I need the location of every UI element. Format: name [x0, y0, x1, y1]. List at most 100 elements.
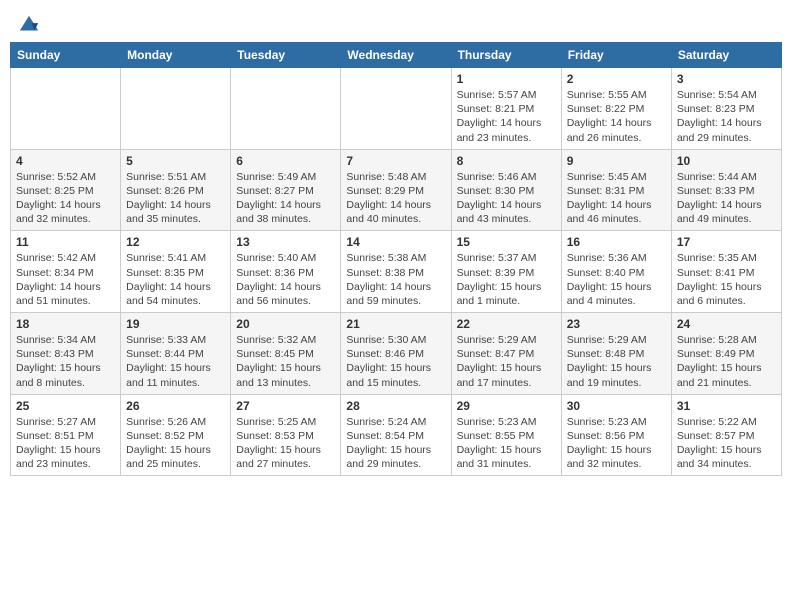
- calendar-day-cell: 16 Sunrise: 5:36 AM Sunset: 8:40 PM Dayli…: [561, 231, 671, 313]
- day-number: 26: [126, 399, 225, 413]
- calendar-day-cell: 25 Sunrise: 5:27 AM Sunset: 8:51 PM Dayli…: [11, 394, 121, 476]
- calendar-day-cell: [11, 68, 121, 150]
- day-info: Sunrise: 5:25 AM Sunset: 8:53 PM Dayligh…: [236, 415, 335, 472]
- day-number: 7: [346, 154, 445, 168]
- calendar-day-cell: 10 Sunrise: 5:44 AM Sunset: 8:33 PM Dayli…: [671, 149, 781, 231]
- day-number: 29: [457, 399, 556, 413]
- day-number: 21: [346, 317, 445, 331]
- calendar-day-header: Saturday: [671, 43, 781, 68]
- day-info: Sunrise: 5:29 AM Sunset: 8:48 PM Dayligh…: [567, 333, 666, 390]
- day-number: 2: [567, 72, 666, 86]
- calendar-week-row: 1 Sunrise: 5:57 AM Sunset: 8:21 PM Daylig…: [11, 68, 782, 150]
- day-info: Sunrise: 5:45 AM Sunset: 8:31 PM Dayligh…: [567, 170, 666, 227]
- day-info: Sunrise: 5:37 AM Sunset: 8:39 PM Dayligh…: [457, 251, 556, 308]
- day-number: 11: [16, 235, 115, 249]
- calendar-day-cell: [341, 68, 451, 150]
- day-info: Sunrise: 5:40 AM Sunset: 8:36 PM Dayligh…: [236, 251, 335, 308]
- day-info: Sunrise: 5:49 AM Sunset: 8:27 PM Dayligh…: [236, 170, 335, 227]
- day-info: Sunrise: 5:57 AM Sunset: 8:21 PM Dayligh…: [457, 88, 556, 145]
- calendar-day-header: Tuesday: [231, 43, 341, 68]
- day-info: Sunrise: 5:34 AM Sunset: 8:43 PM Dayligh…: [16, 333, 115, 390]
- calendar-day-cell: 11 Sunrise: 5:42 AM Sunset: 8:34 PM Dayli…: [11, 231, 121, 313]
- day-info: Sunrise: 5:24 AM Sunset: 8:54 PM Dayligh…: [346, 415, 445, 472]
- day-number: 23: [567, 317, 666, 331]
- calendar-day-cell: 21 Sunrise: 5:30 AM Sunset: 8:46 PM Dayli…: [341, 313, 451, 395]
- day-info: Sunrise: 5:33 AM Sunset: 8:44 PM Dayligh…: [126, 333, 225, 390]
- day-number: 5: [126, 154, 225, 168]
- calendar-day-header: Thursday: [451, 43, 561, 68]
- day-number: 9: [567, 154, 666, 168]
- calendar-day-cell: 13 Sunrise: 5:40 AM Sunset: 8:36 PM Dayli…: [231, 231, 341, 313]
- day-info: Sunrise: 5:51 AM Sunset: 8:26 PM Dayligh…: [126, 170, 225, 227]
- day-number: 31: [677, 399, 776, 413]
- calendar-day-cell: 14 Sunrise: 5:38 AM Sunset: 8:38 PM Dayli…: [341, 231, 451, 313]
- day-number: 14: [346, 235, 445, 249]
- day-info: Sunrise: 5:54 AM Sunset: 8:23 PM Dayligh…: [677, 88, 776, 145]
- day-info: Sunrise: 5:23 AM Sunset: 8:55 PM Dayligh…: [457, 415, 556, 472]
- day-number: 3: [677, 72, 776, 86]
- day-info: Sunrise: 5:26 AM Sunset: 8:52 PM Dayligh…: [126, 415, 225, 472]
- calendar-day-cell: 9 Sunrise: 5:45 AM Sunset: 8:31 PM Daylig…: [561, 149, 671, 231]
- logo-icon: [18, 14, 40, 36]
- day-info: Sunrise: 5:36 AM Sunset: 8:40 PM Dayligh…: [567, 251, 666, 308]
- calendar-header-row: SundayMondayTuesdayWednesdayThursdayFrid…: [11, 43, 782, 68]
- day-info: Sunrise: 5:23 AM Sunset: 8:56 PM Dayligh…: [567, 415, 666, 472]
- day-number: 19: [126, 317, 225, 331]
- day-number: 28: [346, 399, 445, 413]
- day-number: 15: [457, 235, 556, 249]
- calendar-day-cell: 31Sunrise: 5:22 AM Sunset: 8:57 PM Dayli…: [671, 394, 781, 476]
- calendar-day-cell: 26 Sunrise: 5:26 AM Sunset: 8:52 PM Dayli…: [121, 394, 231, 476]
- day-info: Sunrise: 5:52 AM Sunset: 8:25 PM Dayligh…: [16, 170, 115, 227]
- logo: [16, 14, 42, 32]
- calendar-day-cell: 2 Sunrise: 5:55 AM Sunset: 8:22 PM Daylig…: [561, 68, 671, 150]
- calendar-day-cell: 18 Sunrise: 5:34 AM Sunset: 8:43 PM Dayli…: [11, 313, 121, 395]
- calendar-day-cell: 17Sunrise: 5:35 AM Sunset: 8:41 PM Dayli…: [671, 231, 781, 313]
- page-header: [10, 10, 782, 36]
- calendar-day-cell: 22 Sunrise: 5:29 AM Sunset: 8:47 PM Dayli…: [451, 313, 561, 395]
- calendar-week-row: 11 Sunrise: 5:42 AM Sunset: 8:34 PM Dayli…: [11, 231, 782, 313]
- day-info: Sunrise: 5:55 AM Sunset: 8:22 PM Dayligh…: [567, 88, 666, 145]
- day-number: 25: [16, 399, 115, 413]
- day-info: Sunrise: 5:38 AM Sunset: 8:38 PM Dayligh…: [346, 251, 445, 308]
- day-info: Sunrise: 5:42 AM Sunset: 8:34 PM Dayligh…: [16, 251, 115, 308]
- day-info: Sunrise: 5:44 AM Sunset: 8:33 PM Dayligh…: [677, 170, 776, 227]
- calendar-day-cell: 15 Sunrise: 5:37 AM Sunset: 8:39 PM Dayli…: [451, 231, 561, 313]
- calendar-day-header: Friday: [561, 43, 671, 68]
- day-number: 22: [457, 317, 556, 331]
- day-info: Sunrise: 5:27 AM Sunset: 8:51 PM Dayligh…: [16, 415, 115, 472]
- calendar-day-cell: 20Sunrise: 5:32 AM Sunset: 8:45 PM Dayli…: [231, 313, 341, 395]
- calendar-day-cell: [121, 68, 231, 150]
- calendar-day-cell: 30 Sunrise: 5:23 AM Sunset: 8:56 PM Dayli…: [561, 394, 671, 476]
- calendar-day-cell: 5 Sunrise: 5:51 AM Sunset: 8:26 PM Daylig…: [121, 149, 231, 231]
- calendar-day-cell: 27 Sunrise: 5:25 AM Sunset: 8:53 PM Dayli…: [231, 394, 341, 476]
- day-number: 4: [16, 154, 115, 168]
- day-number: 13: [236, 235, 335, 249]
- day-number: 10: [677, 154, 776, 168]
- day-number: 30: [567, 399, 666, 413]
- day-info: Sunrise: 5:30 AM Sunset: 8:46 PM Dayligh…: [346, 333, 445, 390]
- calendar-day-cell: 7Sunrise: 5:48 AM Sunset: 8:29 PM Daylig…: [341, 149, 451, 231]
- calendar-week-row: 25 Sunrise: 5:27 AM Sunset: 8:51 PM Dayli…: [11, 394, 782, 476]
- day-number: 18: [16, 317, 115, 331]
- calendar-day-cell: 28 Sunrise: 5:24 AM Sunset: 8:54 PM Dayli…: [341, 394, 451, 476]
- day-info: Sunrise: 5:41 AM Sunset: 8:35 PM Dayligh…: [126, 251, 225, 308]
- calendar-table: SundayMondayTuesdayWednesdayThursdayFrid…: [10, 42, 782, 476]
- calendar-day-header: Sunday: [11, 43, 121, 68]
- day-number: 6: [236, 154, 335, 168]
- day-info: Sunrise: 5:46 AM Sunset: 8:30 PM Dayligh…: [457, 170, 556, 227]
- day-number: 24: [677, 317, 776, 331]
- day-info: Sunrise: 5:29 AM Sunset: 8:47 PM Dayligh…: [457, 333, 556, 390]
- day-number: 16: [567, 235, 666, 249]
- day-number: 27: [236, 399, 335, 413]
- day-info: Sunrise: 5:28 AM Sunset: 8:49 PM Dayligh…: [677, 333, 776, 390]
- calendar-day-cell: 23 Sunrise: 5:29 AM Sunset: 8:48 PM Dayli…: [561, 313, 671, 395]
- calendar-day-cell: 1 Sunrise: 5:57 AM Sunset: 8:21 PM Daylig…: [451, 68, 561, 150]
- day-number: 1: [457, 72, 556, 86]
- day-number: 8: [457, 154, 556, 168]
- day-number: 20: [236, 317, 335, 331]
- day-number: 17: [677, 235, 776, 249]
- calendar-day-cell: 3 Sunrise: 5:54 AM Sunset: 8:23 PM Daylig…: [671, 68, 781, 150]
- calendar-week-row: 4 Sunrise: 5:52 AM Sunset: 8:25 PM Daylig…: [11, 149, 782, 231]
- calendar-day-cell: 24 Sunrise: 5:28 AM Sunset: 8:49 PM Dayli…: [671, 313, 781, 395]
- calendar-day-cell: 29 Sunrise: 5:23 AM Sunset: 8:55 PM Dayli…: [451, 394, 561, 476]
